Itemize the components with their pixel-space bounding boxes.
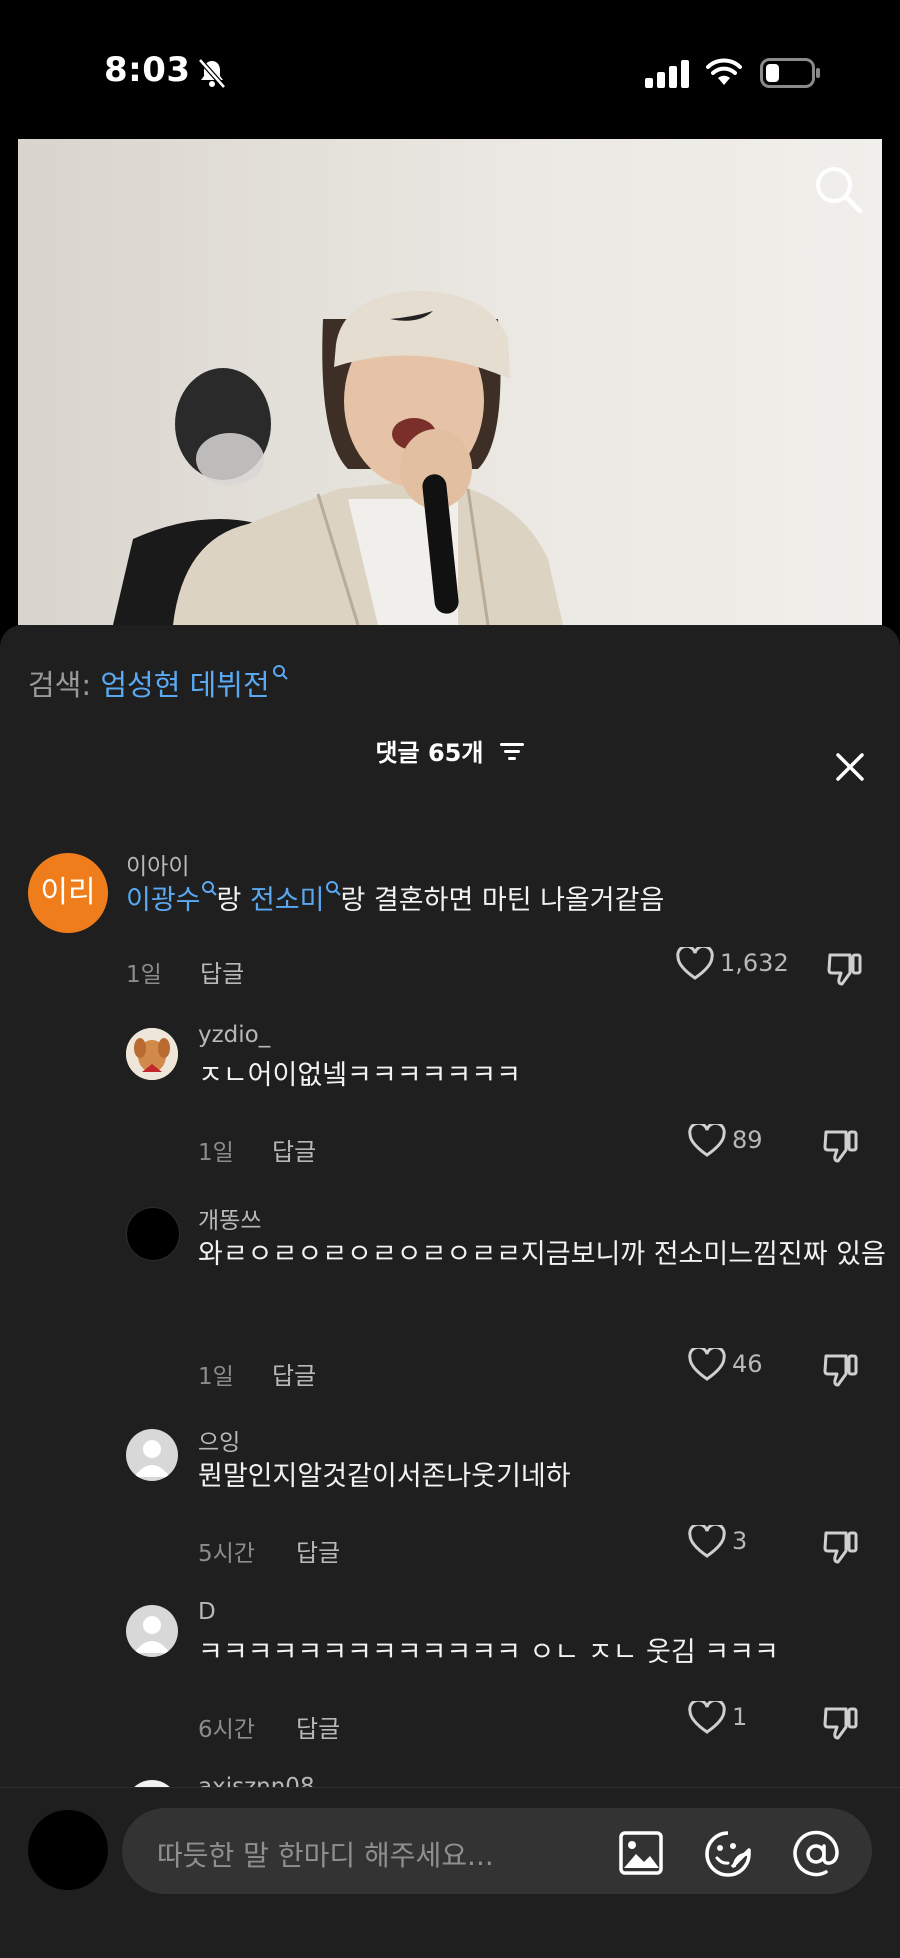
search-prefix: 검색: [28, 668, 101, 702]
mention-link[interactable]: 전소미 [250, 885, 325, 916]
mention-at-icon[interactable] [792, 1830, 840, 1878]
wifi-icon [706, 58, 742, 85]
video-frame [18, 139, 882, 625]
avatar[interactable] [126, 1207, 180, 1261]
comment-username[interactable]: 개똥쓰 [198, 1201, 261, 1235]
dislike-icon[interactable] [822, 1128, 860, 1164]
emoji-sticker-icon[interactable] [704, 1830, 752, 1878]
bell-muted-icon [198, 58, 226, 89]
like-button[interactable]: 89 [688, 1121, 763, 1158]
like-button[interactable]: 1,632 [676, 944, 789, 981]
comments-header: 댓글 65개 [0, 733, 900, 783]
status-time: 8:03 [104, 50, 191, 90]
comment-username[interactable]: D [198, 1599, 216, 1625]
default-avatar-icon [134, 1440, 170, 1477]
like-button[interactable]: 1 [688, 1698, 748, 1735]
related-search[interactable]: 검색: 엄성현 데뷔전 [28, 662, 288, 704]
heart-icon [688, 1345, 726, 1381]
heart-icon [688, 1522, 726, 1558]
comment-time: 6시간 [198, 1717, 255, 1743]
dislike-icon[interactable] [822, 1529, 860, 1565]
comment-text: 뭔말인지알것같이서존나웃기네하 [198, 1461, 571, 1492]
avatar-dog-image [126, 1028, 178, 1080]
comment-text: 이광수 랑 전소미 랑 결혼하면 마틴 나올거같음 [126, 879, 866, 923]
battery-icon [760, 58, 820, 88]
image-icon[interactable] [618, 1830, 664, 1876]
reply-button[interactable]: 답글 [200, 954, 244, 989]
comment-text: ㅋㅋㅋㅋㅋㅋㅋㅋㅋㅋㅋㅋㅋ ㅇㄴ ㅈㄴ 웃김 ㅋㅋㅋ [198, 1637, 779, 1668]
comment-username[interactable]: 이아이 [126, 847, 189, 881]
heart-icon [688, 1121, 726, 1157]
avatar[interactable]: 이리 [28, 853, 108, 933]
like-count: 89 [732, 1126, 763, 1154]
dislike-icon[interactable] [822, 1352, 860, 1388]
dislike-icon[interactable] [826, 951, 864, 987]
comment-username[interactable]: 으잉 [198, 1423, 240, 1457]
comment-input-placeholder: 따듯한 말 한마디 해주세요... [157, 1839, 494, 1872]
comment-text: 와ㄹㅇㄹㅇㄹㅇㄹㅇㄹㅇㄹㄹ지금보니까 전소미느낌진짜 있음 [198, 1239, 886, 1270]
like-count: 3 [732, 1527, 748, 1555]
comment-username[interactable]: yzdio_ [198, 1022, 270, 1048]
avatar[interactable] [126, 1605, 178, 1657]
comment-text: ㅈㄴ어이없넼ㅋㅋㅋㅋㅋㅋㅋ [198, 1060, 521, 1091]
comment-input[interactable]: 따듯한 말 한마디 해주세요... [122, 1808, 872, 1894]
search-small-icon [325, 881, 341, 896]
reply-button[interactable]: 답글 [296, 1709, 340, 1744]
search-icon[interactable] [810, 161, 866, 217]
mention-link[interactable]: 이광수 [126, 885, 201, 916]
search-small-icon [201, 881, 217, 896]
avatar-text: 이리 [40, 875, 96, 910]
close-icon[interactable] [834, 751, 866, 783]
like-count: 46 [732, 1350, 763, 1378]
reply-button[interactable]: 답글 [296, 1533, 340, 1568]
avatar[interactable] [126, 1429, 178, 1481]
comment-input-bar: 따듯한 말 한마디 해주세요... [0, 1787, 900, 1958]
sort-icon[interactable] [499, 740, 525, 762]
heart-icon [676, 944, 714, 980]
like-button[interactable]: 46 [688, 1345, 763, 1382]
like-button[interactable]: 3 [688, 1522, 748, 1559]
comments-sheet: 검색: 엄성현 데뷔전 댓글 65개 이리 이아이 이광수 랑 전소미 랑 결혼하면… [0, 625, 900, 1957]
avatar[interactable] [126, 1028, 178, 1080]
heart-icon [688, 1698, 726, 1734]
comment-time: 1일 [198, 1364, 234, 1390]
reply-button[interactable]: 답글 [272, 1356, 316, 1391]
comment-time: 5시간 [198, 1541, 255, 1567]
dislike-icon[interactable] [822, 1705, 860, 1741]
like-count: 1 [732, 1703, 748, 1731]
reply-button[interactable]: 답글 [272, 1132, 316, 1167]
status-bar: 8:03 [0, 0, 900, 140]
comment-time: 1일 [126, 962, 162, 988]
avatar[interactable] [28, 1810, 108, 1890]
comments-count-title: 댓글 65개 [375, 739, 484, 767]
video-player[interactable] [18, 139, 882, 625]
default-avatar-icon [134, 1616, 170, 1653]
cell-signal-icon [645, 60, 689, 88]
search-keyword[interactable]: 엄성현 데뷔전 [100, 668, 269, 702]
comment-time: 1일 [198, 1140, 234, 1166]
search-small-icon [272, 665, 288, 680]
like-count: 1,632 [720, 949, 789, 977]
